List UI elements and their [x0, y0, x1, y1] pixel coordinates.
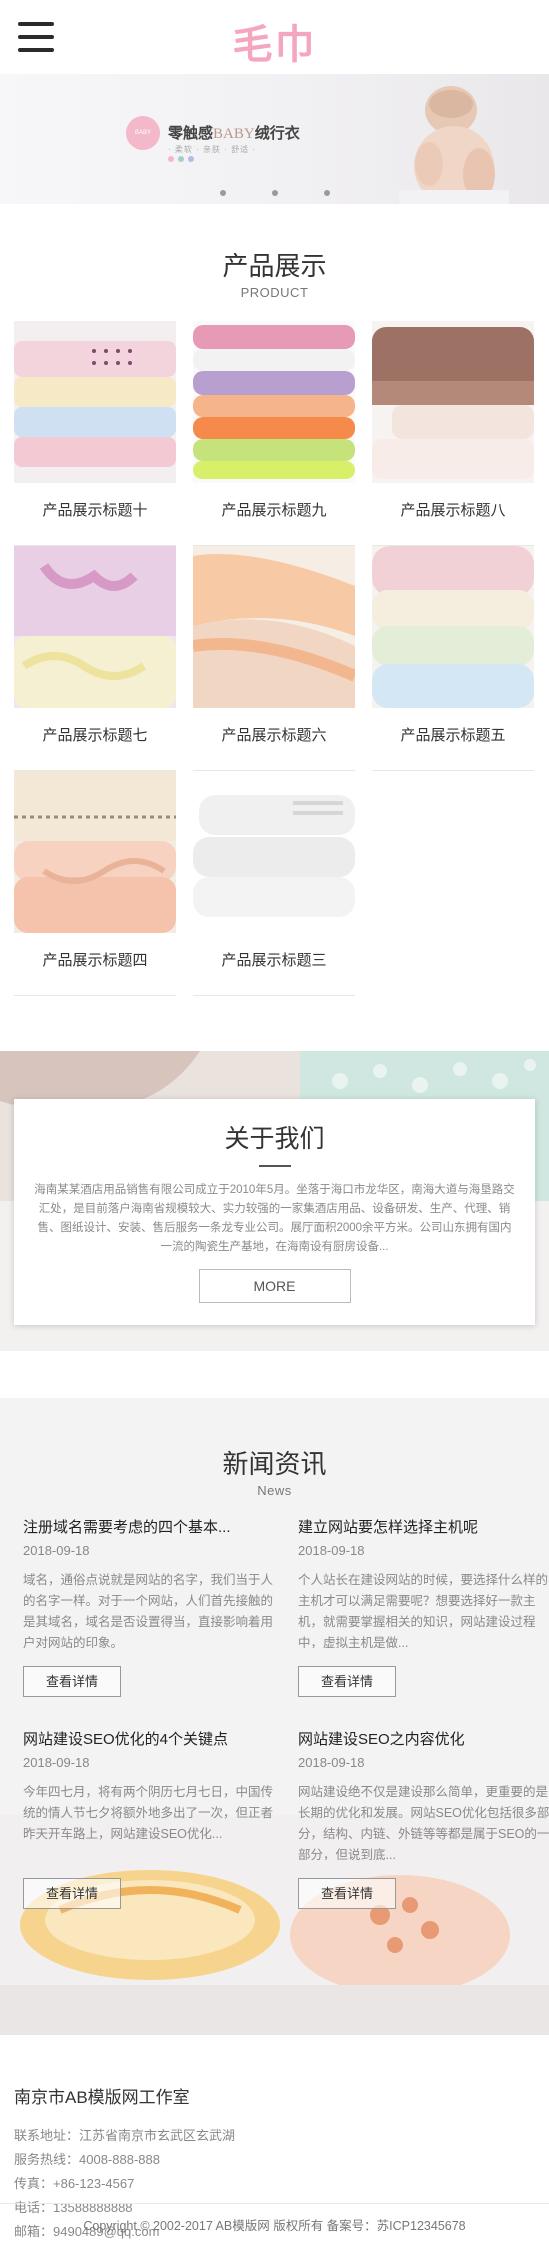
view-details-button[interactable]: 查看详情 — [23, 1666, 121, 1697]
news-item: 注册域名需要考虑的四个基本... 2018-09-18 域名，通俗点说就是网站的… — [23, 1516, 275, 1728]
pager-dot[interactable] — [323, 190, 330, 196]
product-image[interactable] — [372, 546, 534, 708]
product-title[interactable]: 产品展示标题八 — [372, 499, 534, 520]
product-title[interactable]: 产品展示标题七 — [14, 724, 176, 745]
header: 毛巾 — [0, 0, 549, 74]
hero-banner[interactable]: BABY 零触感BABY绒行衣 · 柔软 · 亲肤 · 舒适 · — [0, 74, 549, 204]
baby-image — [399, 86, 509, 204]
about-text: 海南某某酒店用品销售有限公司成立于2010年5月。坐落于海口市龙华区，南海大道与… — [34, 1184, 515, 1253]
product-image[interactable] — [193, 546, 355, 708]
product-title[interactable]: 产品展示标题六 — [193, 724, 355, 745]
product-image[interactable] — [14, 771, 176, 933]
product-image[interactable] — [193, 771, 355, 933]
news-title[interactable]: 注册域名需要考虑的四个基本... — [23, 1516, 275, 1537]
products-heading: 产品展示 PRODUCT — [0, 246, 549, 300]
swatch-green — [178, 156, 184, 162]
company-name: 南京市AB模版网工作室 — [14, 2088, 190, 2107]
product-card[interactable]: 产品展示标题九 — [193, 321, 355, 546]
news-title[interactable]: 网站建设SEO优化的4个关键点 — [23, 1728, 275, 1749]
view-details-button[interactable]: 查看详情 — [298, 1878, 396, 1909]
product-card[interactable]: 产品展示标题四 — [14, 771, 176, 996]
product-card[interactable]: 产品展示标题七 — [14, 546, 176, 771]
swatch-purple — [188, 156, 194, 162]
about-card: 关于我们 海南某某酒店用品销售有限公司成立于2010年5月。坐落于海口市龙华区，… — [14, 1099, 535, 1325]
news-date: 2018-09-18 — [298, 1543, 365, 1558]
about-title: 关于我们 — [224, 1124, 325, 1153]
more-button[interactable]: MORE — [198, 1269, 351, 1303]
news-date: 2018-09-18 — [298, 1755, 365, 1770]
product-card[interactable]: 产品展示标题八 — [372, 321, 534, 546]
pager-dot[interactable] — [271, 190, 278, 196]
contact-hotline: 服务热线：4008-888-888 — [14, 2152, 160, 2167]
copyright: Copyright © 2002-2017 AB模版网 版权所有 备案号：苏IC… — [0, 2203, 549, 2247]
product-card[interactable]: 产品展示标题三 — [193, 771, 355, 996]
news-heading: 新闻资讯 News — [0, 1398, 549, 1498]
about-section: 关于我们 海南某某酒店用品销售有限公司成立于2010年5月。坐落于海口市龙华区，… — [0, 1051, 549, 1351]
news-summary: 域名，通俗点说就是网站的名字，我们当于人的名字一样。对于一个网站，人们首先接触的… — [23, 1573, 274, 1648]
news-date: 2018-09-18 — [23, 1755, 90, 1770]
section-subtitle: PRODUCT — [240, 285, 309, 300]
contact-fax: 传真：+86-123-4567 — [14, 2176, 135, 2191]
banner-title: 零触感BABY绒行衣 — [168, 125, 300, 142]
color-swatches — [168, 156, 194, 162]
product-title[interactable]: 产品展示标题四 — [14, 949, 176, 970]
pager-dot[interactable] — [219, 190, 226, 196]
news-title[interactable]: 建立网站要怎样选择主机呢 — [298, 1516, 549, 1537]
banner-pager — [0, 190, 549, 196]
product-title[interactable]: 产品展示标题十 — [14, 499, 176, 520]
product-image[interactable] — [372, 321, 534, 483]
news-date: 2018-09-18 — [23, 1543, 90, 1558]
products-section: 产品展示 PRODUCT 产品展示标题十 产品展示标题九 产品展示标题八 产品展… — [0, 204, 549, 996]
news-summary: 网站建设绝不仅是建设那么简单，更重要的是长期的优化和发展。网站SEO优化包括很多… — [298, 1785, 549, 1860]
news-summary: 今年四七月，将有两个阴历七月七日，中国传统的情人节七夕将额外地多出了一次，但正者… — [23, 1785, 274, 1841]
section-title: 产品展示 — [222, 252, 327, 282]
product-grid: 产品展示标题十 产品展示标题九 产品展示标题八 产品展示标题七 产品展示标题六 … — [0, 321, 549, 996]
product-image[interactable] — [14, 546, 176, 708]
news-item: 建立网站要怎样选择主机呢 2018-09-18 个人站长在建设网站的时候，要选择… — [298, 1516, 549, 1728]
news-grid: 注册域名需要考虑的四个基本... 2018-09-18 域名，通俗点说就是网站的… — [0, 1516, 549, 1940]
news-item: 网站建设SEO优化的4个关键点 2018-09-18 今年四七月，将有两个阴历七… — [23, 1728, 275, 1940]
product-card[interactable]: 产品展示标题六 — [193, 546, 355, 771]
section-title: 新闻资讯 — [222, 1450, 327, 1480]
banner-badge: BABY — [126, 116, 160, 150]
news-title[interactable]: 网站建设SEO之内容优化 — [298, 1728, 549, 1749]
product-title[interactable]: 产品展示标题五 — [372, 724, 534, 745]
view-details-button[interactable]: 查看详情 — [23, 1878, 121, 1909]
banner-subtitle: · 柔软 · 亲肤 · 舒适 · — [168, 145, 256, 154]
product-card[interactable]: 产品展示标题五 — [372, 546, 534, 771]
news-item: 网站建设SEO之内容优化 2018-09-18 网站建设绝不仅是建设那么简单，更… — [298, 1728, 549, 1940]
section-subtitle: News — [257, 1483, 292, 1498]
product-image[interactable] — [14, 321, 176, 483]
contact-address: 联系地址：江苏省南京市玄武区玄武湖 — [14, 2128, 236, 2143]
product-title[interactable]: 产品展示标题九 — [193, 499, 355, 520]
news-section: 新闻资讯 News 注册域名需要考虑的四个基本... 2018-09-18 域名… — [0, 1398, 549, 2035]
product-card[interactable]: 产品展示标题十 — [14, 321, 176, 546]
site-logo[interactable]: 毛巾 — [0, 12, 549, 70]
view-details-button[interactable]: 查看详情 — [298, 1666, 396, 1697]
news-summary: 个人站长在建设网站的时候，要选择什么样的主机才可以满足需要呢？想要选择好一款主机… — [298, 1573, 549, 1648]
product-image[interactable] — [193, 321, 355, 483]
swatch-pink — [168, 156, 174, 162]
product-title[interactable]: 产品展示标题三 — [193, 949, 355, 970]
